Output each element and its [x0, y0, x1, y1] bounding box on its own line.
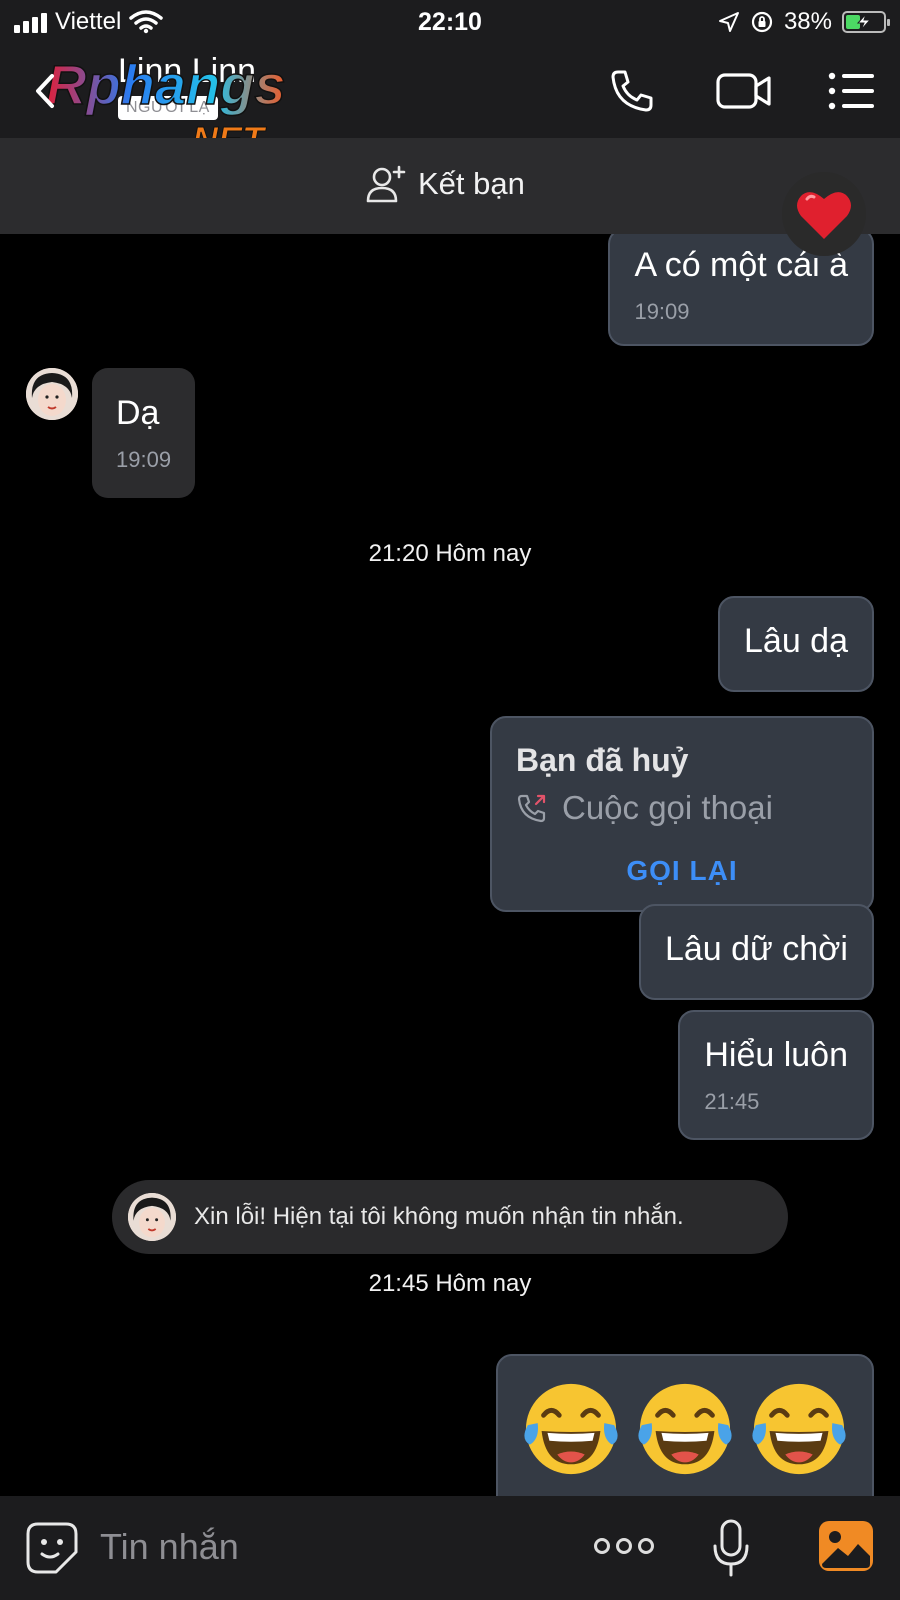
- add-friend-icon: [366, 165, 406, 203]
- message-text: Lâu dạ: [744, 622, 848, 660]
- message-input[interactable]: [100, 1522, 540, 1572]
- image-icon: [819, 1521, 873, 1571]
- menu-button[interactable]: [828, 66, 876, 116]
- message-bubble-outgoing[interactable]: Lâu dữ chời: [638, 904, 874, 1000]
- message-text: Lâu dữ chời: [664, 930, 848, 968]
- menu-list-icon: [828, 72, 874, 110]
- phone-icon: [611, 70, 653, 112]
- message-bubble-outgoing[interactable]: Hiểu luôn 21:45: [678, 1010, 874, 1140]
- send-image-button[interactable]: [818, 1520, 874, 1572]
- add-friend-button[interactable]: Kết bạn: [366, 164, 525, 204]
- svg-text:Rphangs: Rphangs: [46, 54, 286, 116]
- time-divider: 21:45 Hôm nay: [368, 1270, 532, 1297]
- tears-of-joy-emoji: [638, 1383, 732, 1475]
- status-right: 38%: [718, 8, 890, 36]
- emoji-row: [522, 1380, 848, 1478]
- message-time: 21:45: [704, 1089, 760, 1114]
- message-bubble-incoming[interactable]: Dạ 19:09: [92, 368, 196, 498]
- avatar: [128, 1193, 176, 1241]
- auto-reply-notice: Xin lỗi! Hiện tại tôi không muốn nhận ti…: [112, 1180, 788, 1254]
- contact-avatar-image: [128, 1193, 176, 1241]
- call-card[interactable]: Bạn đã huỷ Cuộc gọi thoại GỌI LẠI: [490, 716, 874, 912]
- more-icon: [638, 1538, 654, 1554]
- chat-screen: Viettel 22:10 38% Linn Linn NGƯỜI LẠ Rph…: [0, 0, 900, 1600]
- call-back-button[interactable]: GỌI LẠI: [516, 855, 848, 887]
- video-call-icon: [716, 73, 771, 109]
- message-time: 19:09: [634, 299, 690, 324]
- more-icon: [616, 1538, 632, 1554]
- video-call-button[interactable]: [716, 66, 772, 116]
- message-bubble-outgoing[interactable]: Lâu dạ: [718, 596, 874, 692]
- location-icon: [718, 12, 739, 32]
- call-status: Bạn đã huỷ: [516, 742, 689, 778]
- message-input-bar: [0, 1496, 900, 1600]
- voice-record-button[interactable]: [712, 1518, 750, 1578]
- message-text: Dạ: [116, 394, 160, 432]
- back-icon: [36, 74, 54, 108]
- status-bar: Viettel 22:10 38%: [0, 0, 900, 44]
- back-button[interactable]: [28, 68, 64, 114]
- add-friend-bar[interactable]: Kết bạn: [0, 138, 900, 234]
- sticker-button[interactable]: [26, 1522, 78, 1574]
- add-friend-label: Kết bạn: [418, 166, 525, 201]
- time-divider: 21:20 Hôm nay: [368, 540, 532, 567]
- notice-text: Xin lỗi! Hiện tại tôi không muốn nhận ti…: [194, 1203, 684, 1230]
- chat-header: Linn Linn NGƯỜI LẠ Rphangs .NET: [0, 44, 900, 154]
- orientation-lock-icon: [751, 11, 773, 33]
- contact-avatar-image: [26, 368, 78, 420]
- battery-percent: 38%: [783, 8, 832, 35]
- call-type-row: Cuộc gọi thoại: [516, 789, 848, 827]
- missed-call-icon: [517, 794, 546, 823]
- voice-call-button[interactable]: [606, 66, 658, 116]
- message-text: Hiểu luôn: [704, 1036, 848, 1074]
- message-time: 19:09: [116, 447, 172, 472]
- more-icon: [594, 1538, 610, 1554]
- sticker-icon: [26, 1522, 78, 1574]
- message-bubble-outgoing[interactable]: [496, 1354, 874, 1496]
- reaction-heart-button[interactable]: [782, 172, 866, 256]
- tears-of-joy-emoji: [524, 1383, 618, 1475]
- microphone-icon: [713, 1519, 749, 1577]
- avatar[interactable]: [26, 368, 78, 420]
- message-list[interactable]: A có một cái à 19:09 Dạ 19:09 21:20 Hôm …: [0, 234, 900, 1496]
- more-options-button[interactable]: [594, 1534, 656, 1558]
- call-type-label: Cuộc gọi thoại: [562, 789, 773, 826]
- tears-of-joy-emoji: [752, 1383, 846, 1475]
- heart-icon: [797, 192, 851, 239]
- battery-charging-icon: [842, 11, 890, 33]
